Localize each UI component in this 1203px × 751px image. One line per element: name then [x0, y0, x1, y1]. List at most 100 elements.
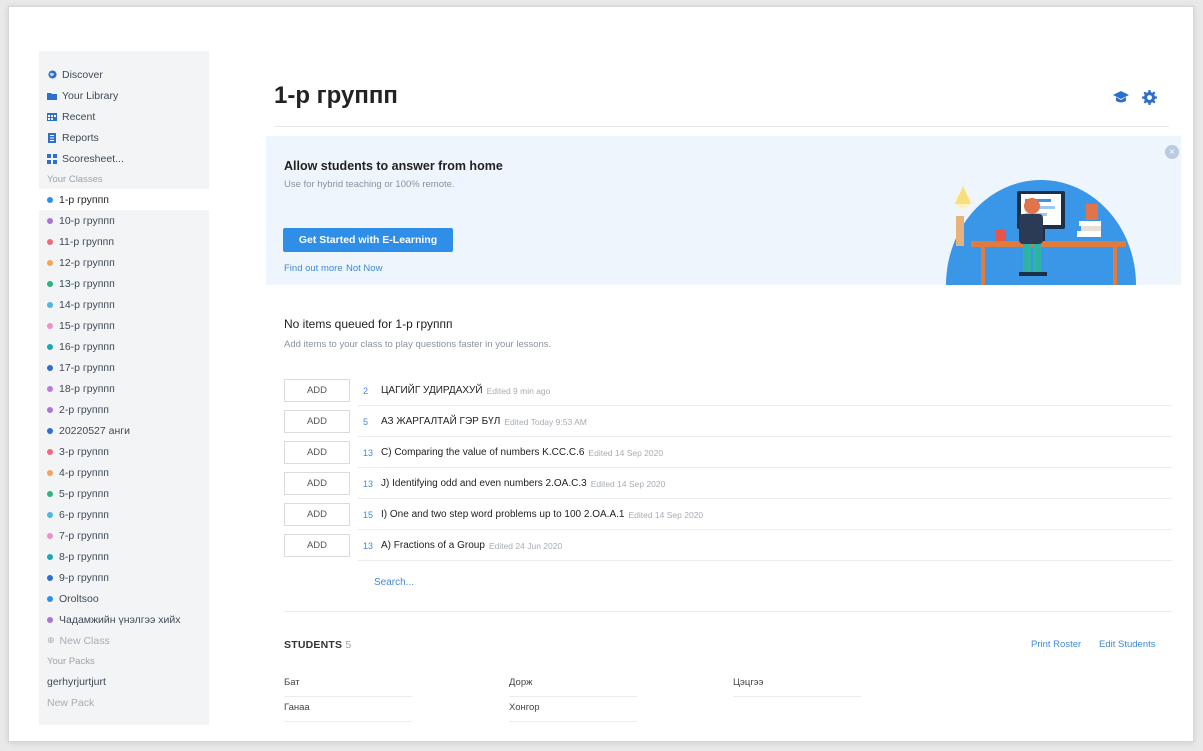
sidebar-item-label: Reports — [62, 131, 99, 144]
grid-icon — [47, 153, 57, 164]
sidebar-item-label: Чадамжийн үнэлгээ хийх — [59, 613, 181, 626]
sidebar-item-label: 13-р группп — [59, 277, 115, 290]
class-color-dot — [47, 427, 53, 434]
pack-item[interactable]: gerhyrjurtjurt — [39, 671, 209, 692]
sidebar-item-class[interactable]: 15-р группп — [39, 315, 209, 336]
sidebar-item-class[interactable]: 13-р группп — [39, 273, 209, 294]
sidebar-item-class[interactable]: 6-р группп — [39, 504, 209, 525]
edited-time: Edited 24 Jun 2020 — [488, 540, 563, 551]
not-now-link[interactable]: Not Now — [346, 263, 382, 274]
sidebar-item-recent[interactable]: Recent — [39, 106, 209, 127]
add-button[interactable]: ADD — [284, 441, 350, 464]
new-class-button[interactable]: ⊕ New Class — [39, 630, 209, 651]
quiz-title[interactable]: J) Identifying odd and even numbers 2.OA… — [381, 478, 587, 489]
sidebar-item-scoresheet[interactable]: Scoresheet... — [39, 148, 209, 169]
queue-row: ADD 13 C) Comparing the value of numbers… — [284, 437, 1172, 468]
class-color-dot — [47, 385, 53, 392]
sidebar-item-library[interactable]: Your Library — [39, 85, 209, 106]
class-color-dot — [47, 301, 53, 308]
sidebar-item-class[interactable]: 12-р группп — [39, 252, 209, 273]
question-count: 2 — [363, 385, 369, 396]
add-button[interactable]: ADD — [284, 534, 350, 557]
sidebar-item-class[interactable]: 2-р группп — [39, 399, 209, 420]
student-name[interactable]: Хонгор — [509, 702, 637, 722]
queue-subtitle: Add items to your class to play question… — [284, 339, 552, 350]
teacher-desk-illustration — [946, 180, 1136, 285]
title-divider — [274, 126, 1169, 127]
sidebar-item-class[interactable]: Oroltsoo — [39, 588, 209, 609]
sidebar-item-class[interactable]: 10-р группп — [39, 210, 209, 231]
add-button[interactable]: ADD — [284, 379, 350, 402]
add-button[interactable]: ADD — [284, 472, 350, 495]
sidebar-item-class[interactable]: 17-р группп — [39, 357, 209, 378]
queue-row: ADD 13 J) Identifying odd and even numbe… — [284, 468, 1172, 499]
sidebar-item-class[interactable]: 20220527 анги — [39, 420, 209, 441]
sidebar-item-class[interactable]: Чадамжийн үнэлгээ хийх — [39, 609, 209, 630]
question-count: 13 — [363, 478, 374, 489]
sidebar-item-class[interactable]: 7-р группп — [39, 525, 209, 546]
sidebar-item-reports[interactable]: Reports — [39, 127, 209, 148]
quiz-title[interactable]: A) Fractions of a Group — [381, 540, 485, 551]
class-color-dot — [47, 343, 53, 350]
graduation-cap-icon[interactable] — [1113, 89, 1129, 105]
quiz-title[interactable]: ЦАГИЙГ УДИРДАХУЙ — [381, 385, 483, 396]
sidebar-item-label: 5-р группп — [59, 487, 109, 500]
folder-icon — [47, 91, 57, 100]
sidebar-item-label: 3-р группп — [59, 445, 109, 458]
sidebar-item-class[interactable]: 1-р группп — [39, 189, 209, 210]
student-name[interactable]: Бат — [284, 677, 412, 697]
sidebar-item-label: 14-р группп — [59, 298, 115, 311]
class-color-dot — [47, 406, 53, 413]
gear-icon[interactable] — [1141, 89, 1157, 105]
queue-heading: No items queued for 1-р группп — [284, 317, 453, 331]
close-icon[interactable]: × — [1165, 145, 1179, 159]
class-color-dot — [47, 595, 53, 602]
page-title: 1-р группп — [274, 82, 398, 109]
class-color-dot — [47, 217, 53, 224]
sidebar-item-label: Recent — [62, 110, 96, 123]
add-button[interactable]: ADD — [284, 503, 350, 526]
class-color-dot — [47, 490, 53, 497]
search-link[interactable]: Search... — [374, 577, 414, 588]
sidebar-item-class[interactable]: 16-р группп — [39, 336, 209, 357]
sidebar-item-class[interactable]: 4-р группп — [39, 462, 209, 483]
sidebar-item-label: 1-р группп — [59, 193, 109, 206]
find-out-more-link[interactable]: Find out more — [284, 263, 343, 274]
sidebar-item-class[interactable]: 14-р группп — [39, 294, 209, 315]
app-window: Discover Your Library Recent Reports Sco… — [8, 6, 1194, 742]
sidebar-item-label: 17-р группп — [59, 361, 115, 374]
edited-time: Edited 14 Sep 2020 — [590, 478, 666, 489]
sidebar-item-label: Your Library — [62, 89, 119, 102]
sidebar-item-label: 4-р группп — [59, 466, 109, 479]
sidebar-item-label: 8-р группп — [59, 550, 109, 563]
sidebar-item-label: 18-р группп — [59, 382, 115, 395]
calendar-icon — [47, 112, 57, 121]
sidebar-item-label: 11-р группп — [59, 235, 115, 248]
edited-time: Edited 9 min ago — [486, 385, 551, 396]
print-roster-link[interactable]: Print Roster — [1031, 639, 1081, 650]
queue-row: ADD 5 АЗ ЖАРГАЛТАЙ ГЭР БҮЛ Edited Today … — [284, 406, 1172, 437]
sidebar-item-class[interactable]: 5-р группп — [39, 483, 209, 504]
quiz-title[interactable]: I) One and two step word problems up to … — [381, 509, 624, 520]
get-started-button[interactable]: Get Started with E-Learning — [283, 228, 453, 252]
class-color-dot — [47, 322, 53, 329]
class-color-dot — [47, 574, 53, 581]
add-button[interactable]: ADD — [284, 410, 350, 433]
sidebar-item-label: 20220527 анги — [59, 424, 130, 437]
new-pack-button[interactable]: New Pack — [39, 692, 209, 713]
student-name[interactable]: Ганаа — [284, 702, 412, 722]
sidebar-item-discover[interactable]: Discover — [39, 64, 209, 85]
student-name[interactable]: Цэцгээ — [733, 677, 861, 697]
sidebar-item-class[interactable]: 9-р группп — [39, 567, 209, 588]
sidebar-item-class[interactable]: 11-р группп — [39, 231, 209, 252]
edit-students-link[interactable]: Edit Students — [1099, 639, 1156, 650]
sidebar-item-label: 6-р группп — [59, 508, 109, 521]
student-name[interactable]: Дорж — [509, 677, 637, 697]
quiz-title[interactable]: АЗ ЖАРГАЛТАЙ ГЭР БҮЛ — [381, 416, 500, 427]
sidebar-item-class[interactable]: 8-р группп — [39, 546, 209, 567]
quiz-title[interactable]: C) Comparing the value of numbers K.CC.C… — [381, 447, 584, 458]
question-count: 5 — [363, 416, 369, 427]
question-count: 13 — [363, 447, 374, 458]
sidebar-item-class[interactable]: 18-р группп — [39, 378, 209, 399]
sidebar-item-class[interactable]: 3-р группп — [39, 441, 209, 462]
